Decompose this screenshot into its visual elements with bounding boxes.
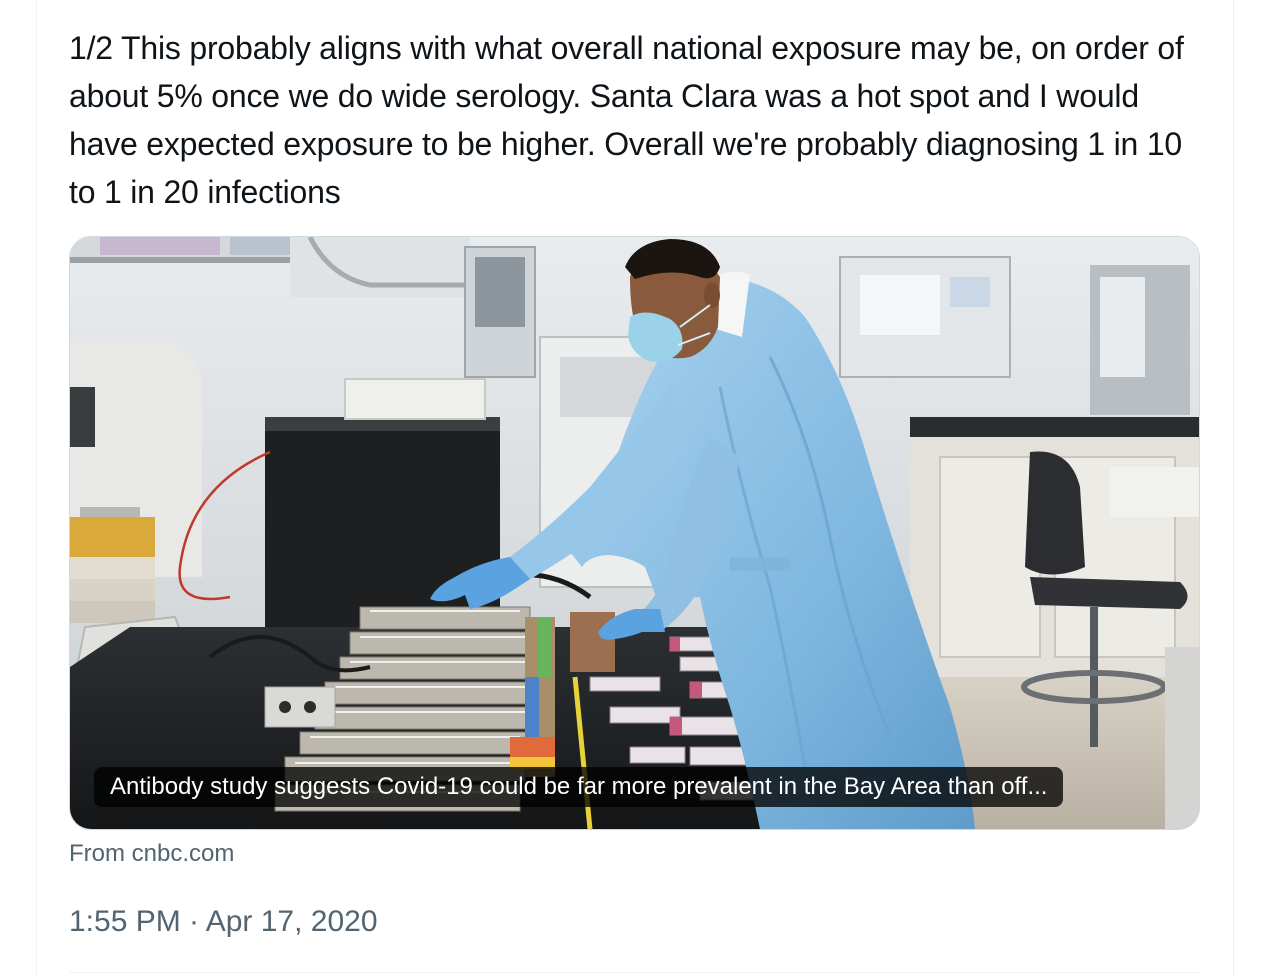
link-card[interactable]: Antibody study suggests Covid-19 could b… [69, 236, 1200, 830]
column-border-left [36, 0, 37, 976]
card-image [70, 237, 1199, 829]
card-source-link[interactable]: From cnbc.com [69, 838, 234, 870]
card-headline: Antibody study suggests Covid-19 could b… [94, 767, 1064, 807]
column-border-right [1233, 0, 1234, 976]
tweet-text: 1/2 This probably aligns with what overa… [69, 30, 1193, 210]
tweet-timestamp[interactable]: 1:55 PM · Apr 17, 2020 [69, 902, 378, 942]
divider [69, 972, 1200, 973]
